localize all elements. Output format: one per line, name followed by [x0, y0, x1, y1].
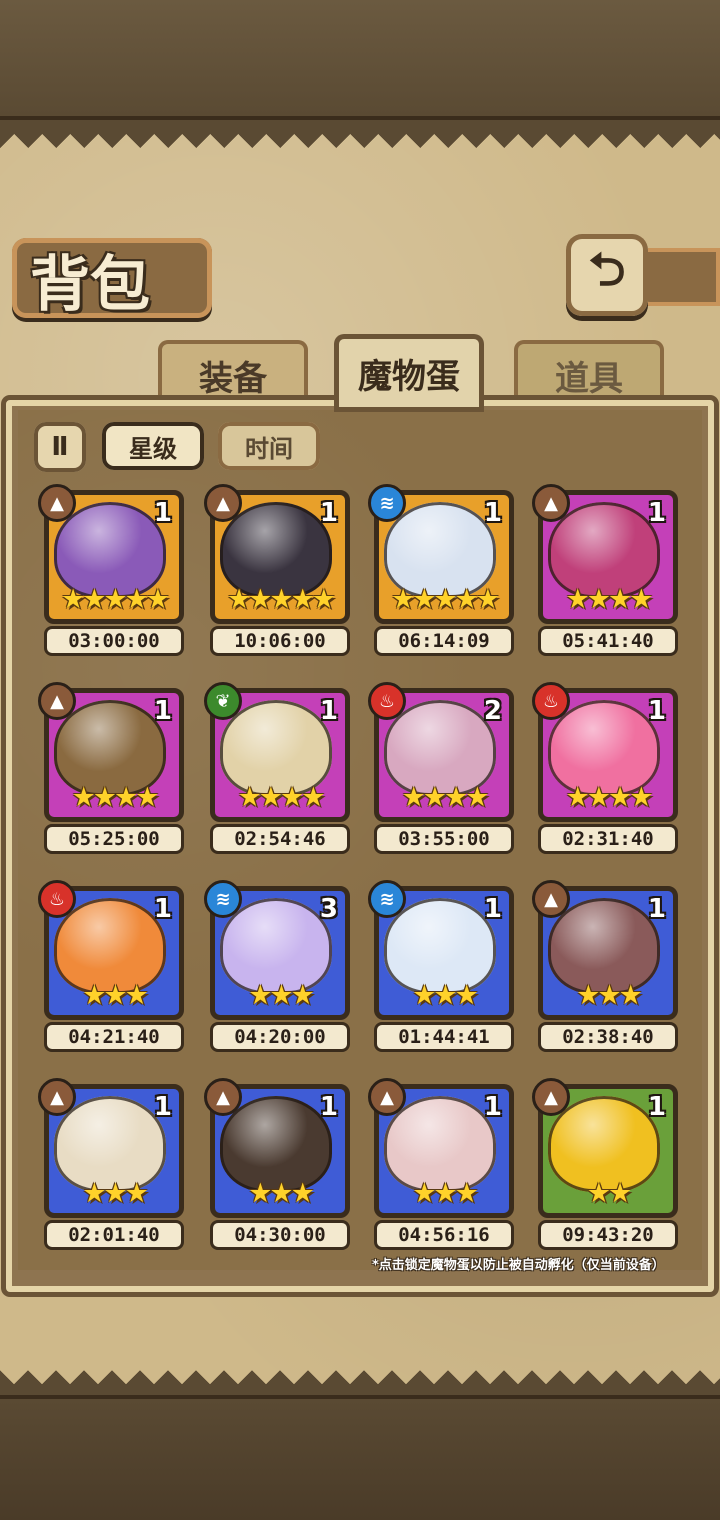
- egg-hatch-timer: 04:30:00: [210, 1220, 350, 1250]
- fire-element-icon: ♨: [38, 880, 76, 918]
- bottom-banner: [0, 1395, 720, 1520]
- tab-label: 魔物蛋: [358, 356, 460, 397]
- page-title: 背包: [30, 250, 150, 320]
- earth-element-icon: ▲: [532, 484, 570, 522]
- lock-hint-note: *点击锁定魔物蛋以防止被自动孵化（仅当前设备）: [372, 1258, 665, 1273]
- egg-star-rating: ★★★: [82, 1178, 149, 1209]
- earth-element-icon: ▲: [204, 1078, 242, 1116]
- egg-star-rating: ★★★: [248, 980, 315, 1011]
- egg-count: 1: [483, 894, 502, 924]
- egg-star-rating: ★★★★: [71, 782, 160, 813]
- sort-order-icon: Ⅱ: [51, 432, 69, 462]
- egg-card[interactable]: ▲ 1 ★★ 09:43:20: [532, 1078, 678, 1254]
- egg-card[interactable]: ≋ 1 ★★★★★ 06:14:09: [368, 484, 514, 660]
- earth-element-icon: ▲: [204, 484, 242, 522]
- egg-star-rating: ★★★★: [565, 782, 654, 813]
- egg-count: 1: [647, 498, 666, 528]
- filter-stars-button[interactable]: 星级: [102, 422, 204, 470]
- torn-edge-bottom: [0, 1370, 720, 1398]
- egg-star-rating: ★★★: [412, 1178, 479, 1209]
- egg-hatch-timer: 05:25:00: [44, 824, 184, 854]
- back-arrow-icon: ⮌: [588, 242, 626, 296]
- fire-element-icon: ♨: [532, 682, 570, 720]
- egg-star-rating: ★★★: [248, 1178, 315, 1209]
- fire-element-icon: ♨: [368, 682, 406, 720]
- earth-element-icon: ▲: [532, 1078, 570, 1116]
- egg-star-rating: ★★★★: [401, 782, 490, 813]
- egg-hatch-timer: 03:00:00: [44, 626, 184, 656]
- earth-element-icon: ▲: [368, 1078, 406, 1116]
- egg-card[interactable]: ≋ 3 ★★★ 04:20:00: [204, 880, 350, 1056]
- egg-count: 1: [647, 696, 666, 726]
- egg-card[interactable]: ❦ 1 ★★★★ 02:54:46: [204, 682, 350, 858]
- egg-card[interactable]: ≋ 1 ★★★ 01:44:41: [368, 880, 514, 1056]
- egg-count: 1: [153, 894, 172, 924]
- egg-count: 1: [647, 894, 666, 924]
- egg-card[interactable]: ▲ 1 ★★★ 04:56:16: [368, 1078, 514, 1254]
- egg-hatch-timer: 10:06:00: [210, 626, 350, 656]
- filter-time-button[interactable]: 时间: [218, 422, 320, 470]
- egg-star-rating: ★★★: [82, 980, 149, 1011]
- egg-star-rating: ★★★★★: [390, 584, 500, 615]
- egg-count: 1: [153, 1092, 172, 1122]
- egg-hatch-timer: 09:43:20: [538, 1220, 678, 1250]
- egg-star-rating: ★★★: [576, 980, 643, 1011]
- tab-label: 道具: [555, 358, 623, 399]
- sort-order-button[interactable]: Ⅱ: [34, 422, 86, 472]
- egg-count: 1: [319, 498, 338, 528]
- egg-hatch-timer: 06:14:09: [374, 626, 514, 656]
- egg-hatch-timer: 02:31:40: [538, 824, 678, 854]
- egg-star-rating: ★★★★★: [60, 584, 170, 615]
- back-button[interactable]: ⮌: [566, 234, 648, 316]
- wood-element-icon: ❦: [204, 682, 242, 720]
- egg-card[interactable]: ▲ 1 ★★★★ 05:25:00: [38, 682, 184, 858]
- egg-hatch-timer: 05:41:40: [538, 626, 678, 656]
- egg-hatch-timer: 03:55:00: [374, 824, 514, 854]
- water-element-icon: ≋: [368, 484, 406, 522]
- egg-count: 1: [319, 1092, 338, 1122]
- egg-card[interactable]: ▲ 1 ★★★★ 05:41:40: [532, 484, 678, 660]
- egg-card[interactable]: ▲ 1 ★★★ 04:30:00: [204, 1078, 350, 1254]
- egg-hatch-timer: 04:20:00: [210, 1022, 350, 1052]
- egg-hatch-timer: 02:38:40: [538, 1022, 678, 1052]
- egg-count: 3: [319, 894, 338, 924]
- egg-card[interactable]: ♨ 1 ★★★★ 02:31:40: [532, 682, 678, 858]
- earth-element-icon: ▲: [532, 880, 570, 918]
- water-element-icon: ≋: [204, 880, 242, 918]
- water-element-icon: ≋: [368, 880, 406, 918]
- earth-element-icon: ▲: [38, 1078, 76, 1116]
- egg-hatch-timer: 04:21:40: [44, 1022, 184, 1052]
- egg-star-rating: ★★★★: [565, 584, 654, 615]
- earth-element-icon: ▲: [38, 682, 76, 720]
- filter-label: 时间: [245, 433, 293, 463]
- egg-count: 1: [483, 1092, 502, 1122]
- tab-monster-eggs[interactable]: 魔物蛋: [334, 334, 484, 412]
- egg-count: 2: [483, 696, 502, 726]
- egg-hatch-timer: 04:56:16: [374, 1220, 514, 1250]
- egg-hatch-timer: 01:44:41: [374, 1022, 514, 1052]
- egg-count: 1: [319, 696, 338, 726]
- egg-count: 1: [153, 696, 172, 726]
- egg-count: 1: [647, 1092, 666, 1122]
- earth-element-icon: ▲: [38, 484, 76, 522]
- top-banner: [0, 0, 720, 120]
- egg-card[interactable]: ▲ 1 ★★★ 02:38:40: [532, 880, 678, 1056]
- egg-card[interactable]: ▲ 1 ★★★ 02:01:40: [38, 1078, 184, 1254]
- egg-count: 1: [483, 498, 502, 528]
- egg-hatch-timer: 02:01:40: [44, 1220, 184, 1250]
- egg-star-rating: ★★: [586, 1178, 632, 1209]
- egg-card[interactable]: ♨ 2 ★★★★ 03:55:00: [368, 682, 514, 858]
- egg-card[interactable]: ♨ 1 ★★★ 04:21:40: [38, 880, 184, 1056]
- egg-card[interactable]: ▲ 1 ★★★★★ 03:00:00: [38, 484, 184, 660]
- egg-count: 1: [153, 498, 172, 528]
- filter-label: 星级: [129, 433, 177, 463]
- back-button-tail: [640, 248, 720, 306]
- egg-card[interactable]: ▲ 1 ★★★★★ 10:06:00: [204, 484, 350, 660]
- egg-hatch-timer: 02:54:46: [210, 824, 350, 854]
- egg-star-rating: ★★★★★: [226, 584, 336, 615]
- torn-edge-top: [0, 120, 720, 148]
- egg-star-rating: ★★★★: [237, 782, 326, 813]
- tab-label: 装备: [199, 358, 267, 399]
- egg-star-rating: ★★★: [412, 980, 479, 1011]
